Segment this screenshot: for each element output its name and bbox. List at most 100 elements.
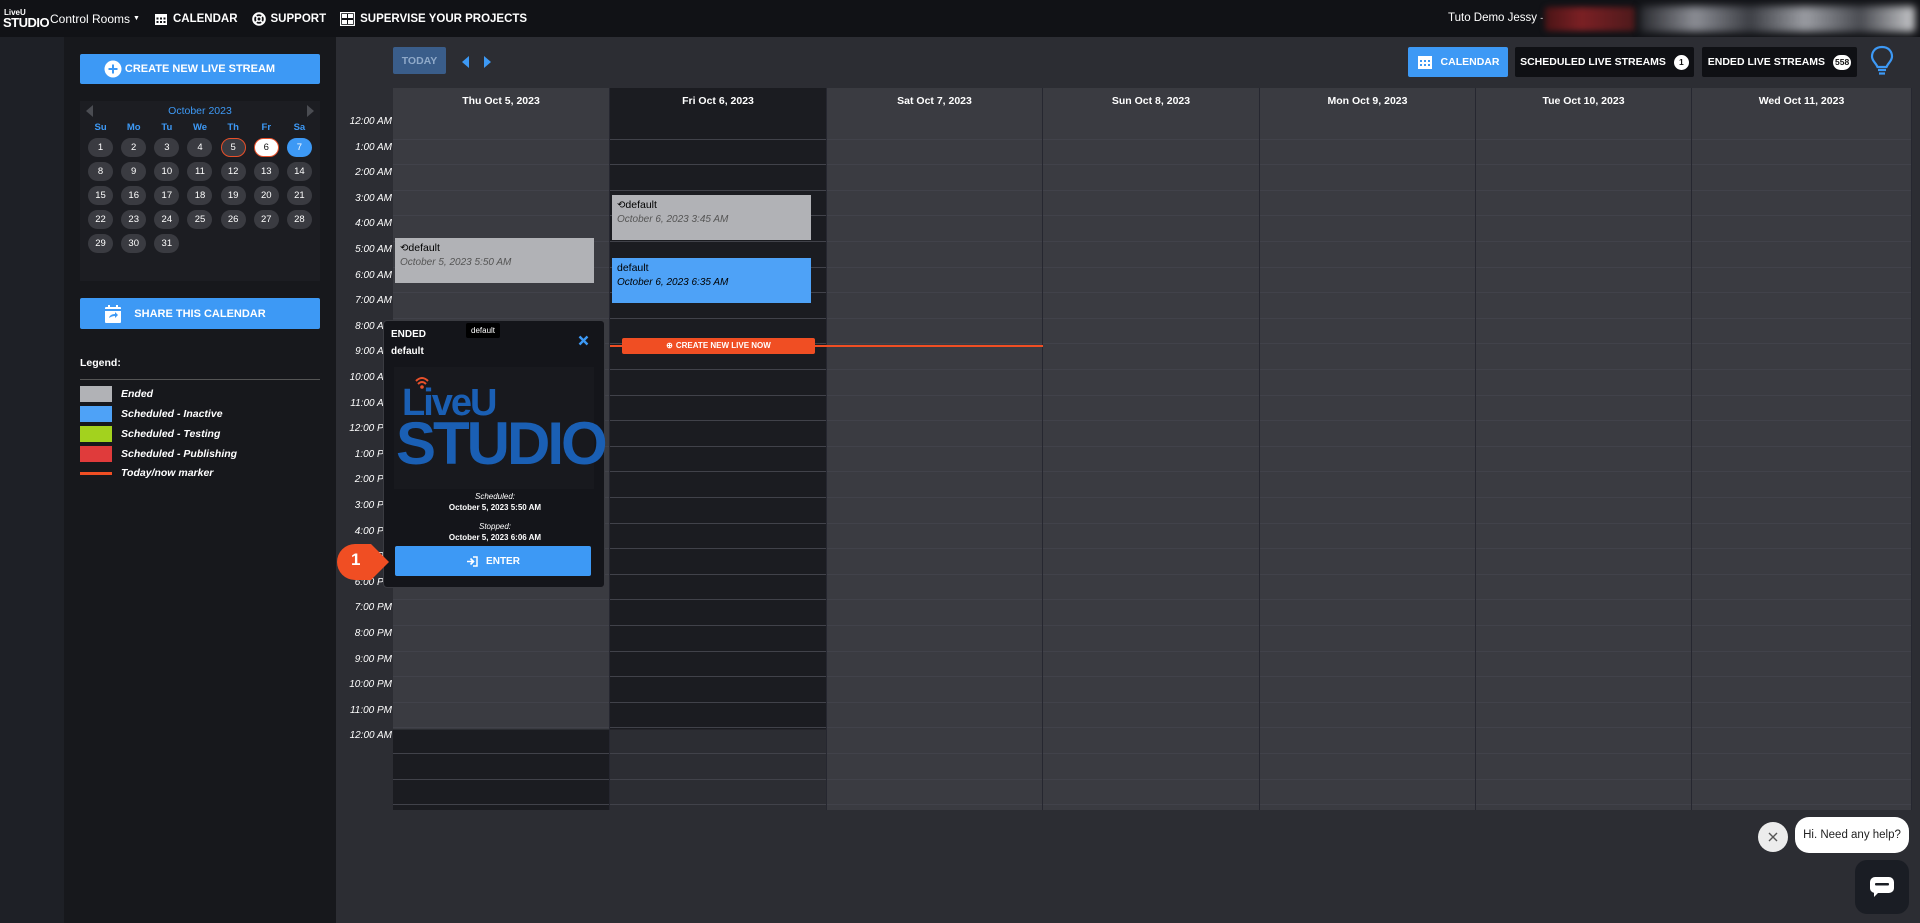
mini-calendar-day[interactable]: 27 — [253, 210, 279, 229]
mini-calendar-day[interactable]: 30 — [121, 234, 147, 253]
mini-calendar-day[interactable]: 2 — [121, 138, 147, 157]
time-label: 10:00 PM — [349, 679, 392, 691]
day-header[interactable]: Tue Oct 10, 2023 — [1476, 88, 1692, 113]
mini-calendar-day[interactable]: 15 — [88, 186, 114, 205]
hour-gridline — [610, 445, 826, 447]
mini-calendar-day[interactable]: 29 — [88, 234, 114, 253]
calendar-event[interactable]: ⟲default October 6, 2023 3:45 AM — [612, 194, 811, 240]
mini-calendar-day[interactable]: 10 — [154, 162, 180, 181]
hour-gridline — [1260, 753, 1475, 754]
left-strip — [0, 37, 64, 923]
mini-calendar-day[interactable]: 9 — [121, 162, 147, 181]
mini-calendar-day[interactable]: 31 — [154, 234, 180, 253]
mini-calendar-day[interactable]: 21 — [286, 186, 312, 205]
today-button[interactable]: TODAY — [393, 47, 446, 74]
calendar-view-button[interactable]: CALENDAR — [1408, 47, 1508, 77]
scheduled-live-streams-label: SCHEDULED LIVE STREAMS — [1520, 56, 1666, 68]
nav-supervise[interactable]: SUPERVISE YOUR PROJECTS — [340, 11, 527, 26]
hour-gridline — [1692, 292, 1911, 294]
ended-live-streams-button[interactable]: ENDED LIVE STREAMS 558 — [1702, 47, 1857, 77]
create-new-live-stream-button[interactable]: CREATE NEW LIVE STREAM — [80, 54, 320, 84]
mini-calendar-day[interactable]: 11 — [187, 162, 213, 181]
mini-calendar-day[interactable]: 6 — [253, 138, 279, 157]
day-header[interactable]: Thu Oct 5, 2023 — [393, 88, 610, 113]
hour-gridline — [1692, 625, 1911, 626]
mini-calendar-day[interactable]: 14 — [286, 162, 312, 181]
scheduled-live-streams-button[interactable]: SCHEDULED LIVE STREAMS 1 — [1515, 47, 1694, 77]
day-header[interactable]: Mon Oct 9, 2023 — [1260, 88, 1476, 113]
mini-calendar-day[interactable]: 22 — [88, 210, 114, 229]
hour-gridline — [1476, 625, 1691, 626]
mini-calendar-day[interactable]: 26 — [220, 210, 246, 229]
legend-item: Scheduled - Testing — [80, 426, 220, 442]
day-header[interactable]: Fri Oct 6, 2023 — [610, 88, 827, 113]
day-header[interactable]: Sat Oct 7, 2023 — [827, 88, 1043, 113]
mini-calendar-month: October 2023 — [168, 105, 232, 117]
legend-label: Scheduled - Inactive — [121, 408, 223, 420]
mini-calendar-day[interactable]: 17 — [154, 186, 180, 205]
calendar-share-icon — [105, 304, 121, 323]
hour-gridline — [1260, 343, 1475, 345]
mini-calendar-day[interactable]: 28 — [286, 210, 312, 229]
hour-gridline — [1476, 497, 1691, 498]
chat-button[interactable] — [1855, 860, 1909, 914]
mini-calendar-weekdays: Su Mo Tu We Th Fr Sa — [84, 122, 316, 133]
nav-calendar[interactable]: CALENDAR — [154, 12, 238, 26]
day-column[interactable] — [827, 113, 1043, 810]
nav-control-rooms[interactable]: Control Rooms ▼ — [50, 12, 140, 26]
time-label: 11:00 PM — [349, 704, 392, 716]
hour-gridline — [827, 189, 1042, 191]
mini-calendar-day[interactable]: 5 — [220, 138, 246, 157]
mini-calendar-day[interactable]: 7 — [286, 138, 312, 157]
calendar-icon — [154, 13, 167, 25]
user-menu[interactable]: Tuto Demo Jessy - — [1448, 12, 1543, 24]
day-column[interactable] — [1476, 113, 1692, 810]
mini-calendar-day[interactable]: 4 — [187, 138, 213, 157]
event-title: default — [625, 198, 657, 211]
close-icon[interactable] — [578, 335, 589, 346]
legend-label: Today/now marker — [121, 467, 214, 479]
hour-gridline — [1260, 497, 1475, 498]
chevron-left-icon[interactable] — [462, 56, 469, 68]
calendar-event[interactable]: ⟲default October 5, 2023 5:50 AM — [395, 238, 594, 284]
enter-button[interactable]: ENTER — [395, 546, 591, 576]
liveu-studio-logo[interactable]: LiveU STUDIO — [2, 0, 50, 37]
mini-calendar-day[interactable]: 13 — [253, 162, 279, 181]
scheduled-value: October 5, 2023 5:50 AM — [448, 503, 542, 512]
chevron-right-icon[interactable] — [484, 56, 491, 68]
hour-gridline — [1476, 522, 1691, 524]
mini-calendar-day[interactable]: 25 — [187, 210, 213, 229]
mini-calendar-day[interactable]: 19 — [220, 186, 246, 205]
hour-gridline — [1476, 138, 1691, 140]
scheduled-count-badge: 1 — [1673, 54, 1689, 70]
scheduled-label: Scheduled: — [474, 492, 516, 501]
mini-calendar-day[interactable]: 20 — [253, 186, 279, 205]
day-header[interactable]: Wed Oct 11, 2023 — [1692, 88, 1912, 113]
day-column[interactable] — [1043, 113, 1260, 810]
hour-gridline — [827, 676, 1042, 678]
mini-calendar-day[interactable]: 3 — [154, 138, 180, 157]
close-chat-button[interactable] — [1758, 822, 1788, 852]
legend-label: Scheduled - Publishing — [121, 448, 238, 460]
legend-swatch — [80, 406, 112, 422]
create-new-live-now-button[interactable]: ⊕ CREATE NEW LIVE NOW — [622, 337, 815, 354]
day-column[interactable] — [1692, 113, 1912, 810]
day-column[interactable] — [1260, 113, 1476, 810]
mini-calendar-day[interactable]: 8 — [88, 162, 114, 181]
hour-gridline — [393, 727, 609, 729]
mini-calendar-day[interactable]: 12 — [220, 162, 246, 181]
calendar-event[interactable]: default October 6, 2023 6:35 AM — [612, 257, 811, 303]
mini-calendar-day[interactable]: 16 — [121, 186, 147, 205]
share-calendar-button[interactable]: SHARE THIS CALENDAR — [80, 298, 320, 329]
lightbulb-icon[interactable] — [1870, 45, 1894, 77]
mini-calendar-day[interactable]: 23 — [121, 210, 147, 229]
event-date: October 6, 2023 6:35 AM — [617, 276, 729, 288]
mini-calendar-day[interactable]: 18 — [187, 186, 213, 205]
day-header[interactable]: Sun Oct 8, 2023 — [1043, 88, 1260, 113]
mini-calendar-day[interactable]: 1 — [88, 138, 114, 157]
chevron-right-icon[interactable] — [307, 105, 314, 117]
nav-support[interactable]: SUPPORT — [251, 11, 326, 26]
hour-gridline — [610, 753, 826, 754]
weekday-label: Tu — [161, 122, 173, 133]
mini-calendar-day[interactable]: 24 — [154, 210, 180, 229]
